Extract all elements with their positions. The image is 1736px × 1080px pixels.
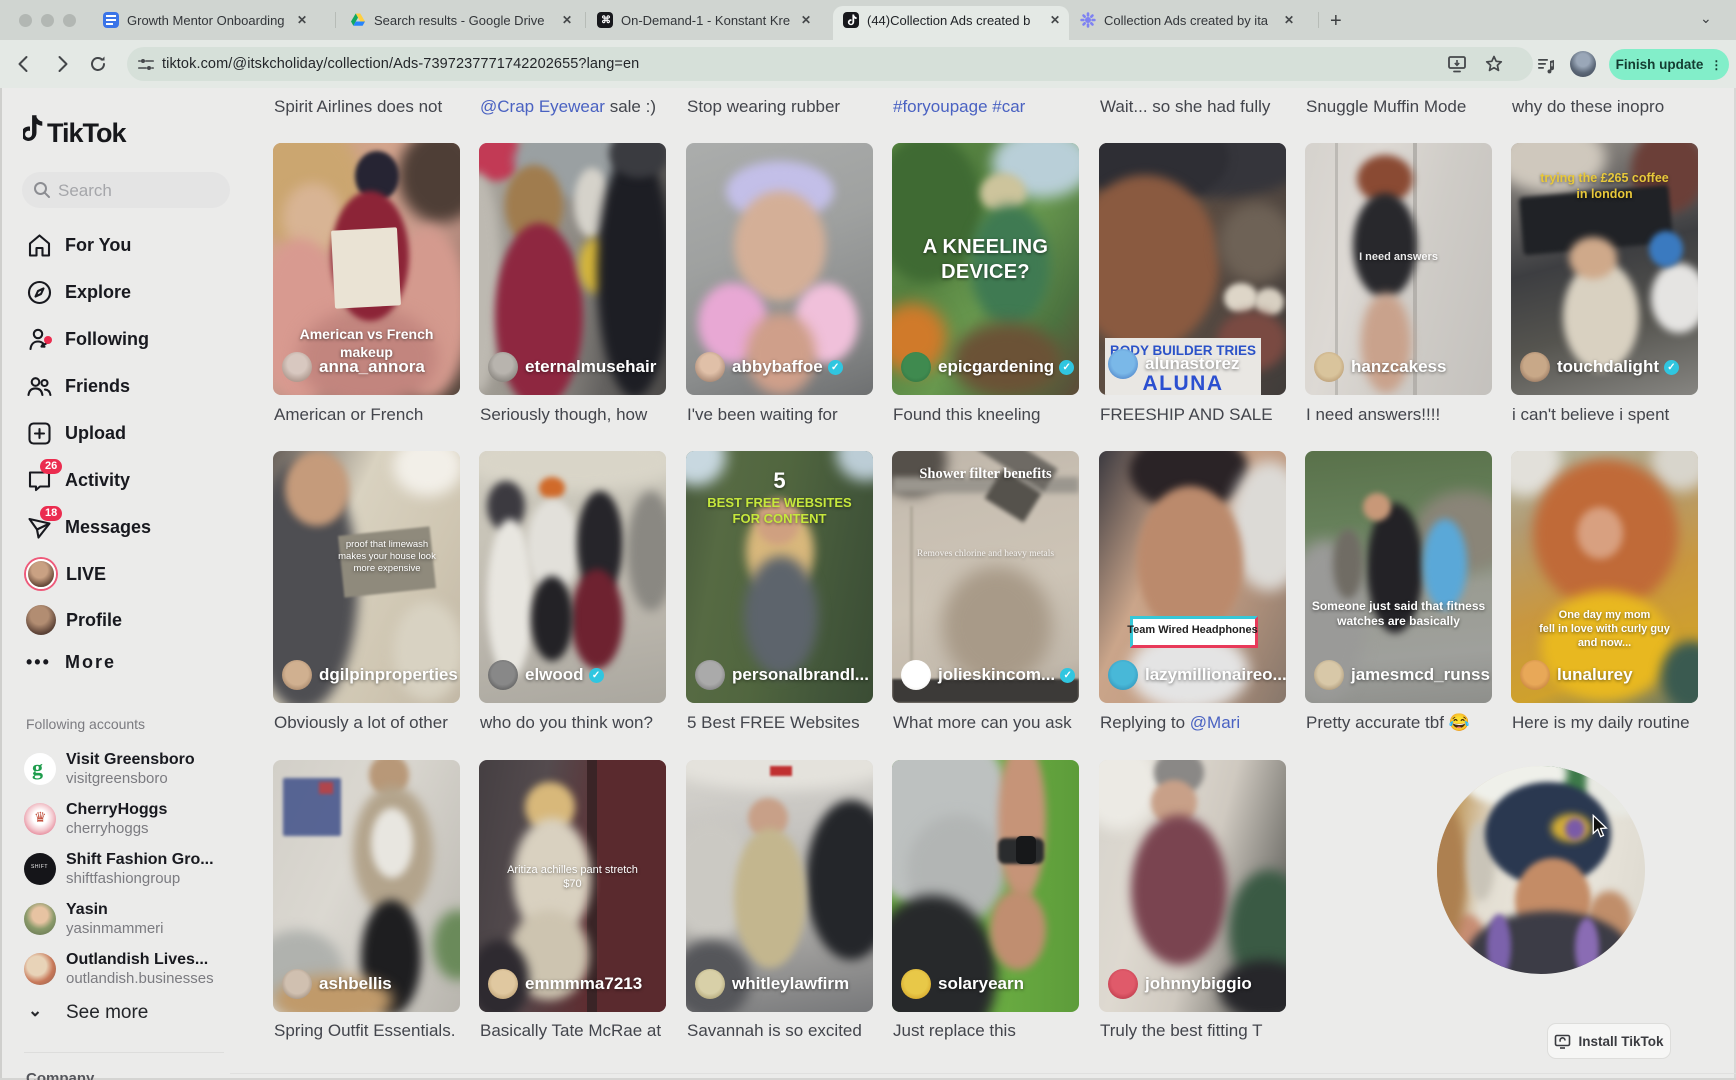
svg-text:TikTok: TikTok — [47, 118, 128, 148]
